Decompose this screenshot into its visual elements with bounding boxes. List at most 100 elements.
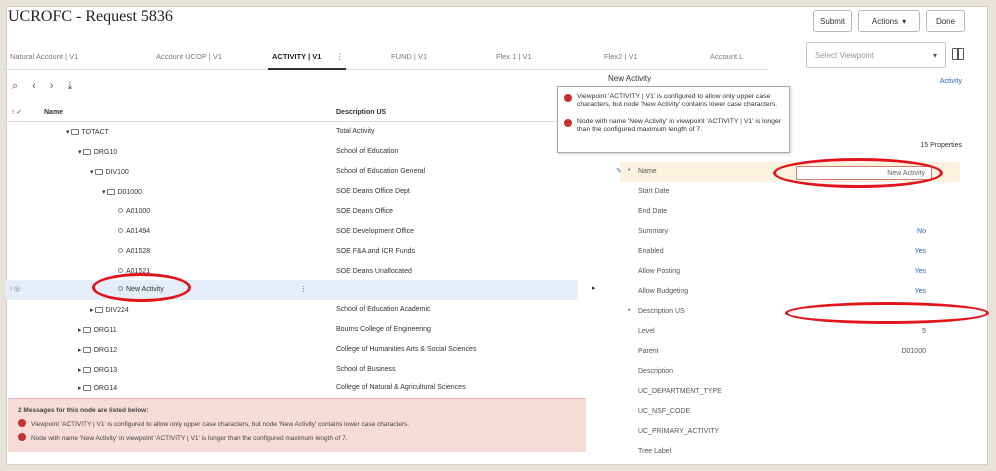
tab-kebab-icon[interactable]: ⋮ [336, 52, 344, 61]
property-label: Description US [638, 308, 685, 315]
tree-node: A01528 [118, 248, 150, 255]
tree-row[interactable]: A01494 SOE Development Office [6, 222, 578, 242]
drag-handle-icon[interactable]: ⁝ ◎ [10, 285, 20, 293]
tab-activity[interactable]: ACTIVITY | V1 [272, 52, 321, 61]
node-name: A01494 [126, 228, 151, 235]
folder-icon [95, 169, 104, 175]
node-name: ORG14 [93, 385, 118, 392]
tree-node: ▸ ORG11 [78, 327, 117, 334]
tree-row[interactable]: ▸ ORG13 School of Business [6, 360, 578, 380]
tree-node: A01000 [118, 208, 150, 215]
pane-splitter-handle[interactable]: ▸ [592, 284, 596, 292]
property-row[interactable]: UC_NSF_CODE [620, 402, 960, 422]
tab-flex2[interactable]: Flex2 | V1 [604, 52, 638, 61]
search-icon[interactable]: ⌕ [12, 80, 18, 93]
viewpoint-tabs: Natural Account | V1 Account UCOP | V1 A… [0, 44, 768, 70]
property-row[interactable]: UC_DEPARTMENT_TYPE [620, 382, 960, 402]
property-row[interactable]: Allow Posting Yes [620, 262, 960, 282]
page-title: UCROFC - Request 5836 [8, 8, 173, 25]
folder-icon [71, 129, 80, 135]
node-description: SOE Deans Unallocated [336, 268, 412, 275]
property-row[interactable]: UC_PRIMARY_ACTIVITY [620, 422, 960, 442]
tree-row[interactable]: A01000 SOE Deans Office [6, 202, 578, 222]
error-icon [18, 433, 26, 441]
leaf-icon [118, 268, 123, 273]
tooltip-message: Node with name 'New Activity' in viewpoi… [564, 118, 783, 135]
property-label: End Date [638, 208, 668, 215]
tree-row[interactable]: ▾ TOTACT Total Activity [6, 122, 578, 142]
property-label: UC_NSF_CODE [638, 408, 691, 415]
active-tab-indicator [268, 68, 346, 70]
tree-row[interactable]: ▾ D01000 SOE Deans Office Dept [6, 182, 578, 202]
chevron-down-icon: ▾ [932, 50, 937, 60]
tree-row[interactable]: A01521 SOE Deans Unallocated [6, 262, 578, 282]
property-row[interactable]: Description [620, 362, 960, 382]
property-label: Level [638, 328, 655, 335]
tree-row[interactable]: ▸ DIV224 School of Education Academic [6, 300, 578, 320]
message-text: Node with name 'New Activity' in viewpoi… [31, 435, 348, 442]
highlight-circle [773, 158, 943, 188]
chevron-right-icon[interactable]: › [50, 80, 54, 93]
node-title: New Activity [608, 74, 652, 83]
tab-flex1[interactable]: Flex 1 | V1 [496, 52, 532, 61]
property-row[interactable]: Enabled Yes [620, 242, 960, 262]
tab-fund[interactable]: FUND | V1 [391, 52, 427, 61]
message-text: Viewpoint 'ACTIVITY | V1' is configured … [31, 421, 410, 428]
node-name: A01000 [126, 208, 151, 215]
property-row[interactable]: Summary No [620, 222, 960, 242]
folder-icon [107, 189, 116, 195]
viewpoint-select[interactable]: Select Viewpoint ▾ [806, 42, 946, 68]
tree-row[interactable]: A01528 SOE F&A and ICR Funds [6, 242, 578, 262]
messages-title: 2 Messages for this node are listed belo… [18, 407, 149, 414]
submit-button[interactable]: Submit [813, 10, 852, 32]
property-row[interactable]: Parent D01000 [620, 342, 960, 362]
folder-icon [95, 307, 104, 313]
column-header-description[interactable]: Description US [336, 109, 386, 116]
node-name: ORG10 [93, 149, 118, 156]
download-icon[interactable]: ⤓ [68, 80, 73, 93]
tree-row[interactable]: ▸ ORG11 Bourns College of Engineering [6, 320, 578, 340]
node-name: D01000 [117, 189, 142, 196]
error-icon [18, 419, 26, 427]
check-icon[interactable]: ⁝ ✓ [12, 108, 22, 116]
tab-natural-account[interactable]: Natural Account | V1 [10, 52, 78, 61]
column-header-name[interactable]: Name [44, 109, 63, 116]
node-name: A01528 [126, 248, 151, 255]
node-description: SOE Deans Office Dept [336, 188, 410, 195]
node-description: SOE F&A and ICR Funds [336, 248, 415, 255]
node-type-link[interactable]: Activity [940, 78, 962, 85]
node-name: ORG11 [93, 327, 117, 334]
tab-account-ucop[interactable]: Account UCOP | V1 [156, 52, 222, 61]
property-row[interactable]: Tree Label [620, 442, 960, 462]
error-icon [564, 118, 572, 127]
edit-icon[interactable]: ✎ [616, 167, 622, 175]
property-label: Summary [638, 228, 668, 235]
property-row[interactable]: End Date [620, 202, 960, 222]
tree-node: ▾ DIV100 [90, 169, 129, 176]
property-row[interactable]: Level 5 [620, 322, 960, 342]
viewpoint-placeholder: Select Viewpoint [815, 50, 874, 60]
tree-row[interactable]: ▾ DIV100 School of Education General [6, 162, 578, 182]
property-label: UC_PRIMARY_ACTIVITY [638, 428, 720, 435]
tab-account-l[interactable]: Account L [710, 52, 743, 61]
tree-row[interactable]: ▸ ORG14 College of Natural & Agricultura… [6, 378, 578, 398]
tree-node: ▾ ORG10 [78, 149, 118, 156]
node-description: Bourns College of Engineering [336, 326, 431, 333]
chevron-down-icon: ▾ [902, 16, 907, 26]
property-label: Allow Budgeting [638, 288, 689, 295]
folder-icon [83, 385, 92, 391]
property-label: Start Date [638, 188, 670, 195]
property-row[interactable]: Allow Budgeting Yes [620, 282, 960, 302]
done-button[interactable]: Done [926, 10, 965, 32]
panel-toggle-icon[interactable] [952, 48, 964, 60]
tree-row[interactable]: ▾ ORG10 School of Education [6, 142, 578, 162]
node-description: SOE Deans Office [336, 208, 394, 215]
required-marker: • [628, 307, 631, 314]
row-actions-icon[interactable]: ⋮ [300, 285, 307, 293]
property-label: UC_DEPARTMENT_TYPE [638, 388, 722, 395]
tree-node: ▸ ORG12 [78, 347, 118, 354]
tree-node: ▾ D01000 [102, 189, 142, 196]
actions-menu-button[interactable]: Actions ▾ [858, 10, 920, 32]
chevron-left-icon[interactable]: ‹ [32, 80, 36, 93]
tree-row[interactable]: ▸ ORG12 College of Humanities Arts & Soc… [6, 340, 578, 360]
